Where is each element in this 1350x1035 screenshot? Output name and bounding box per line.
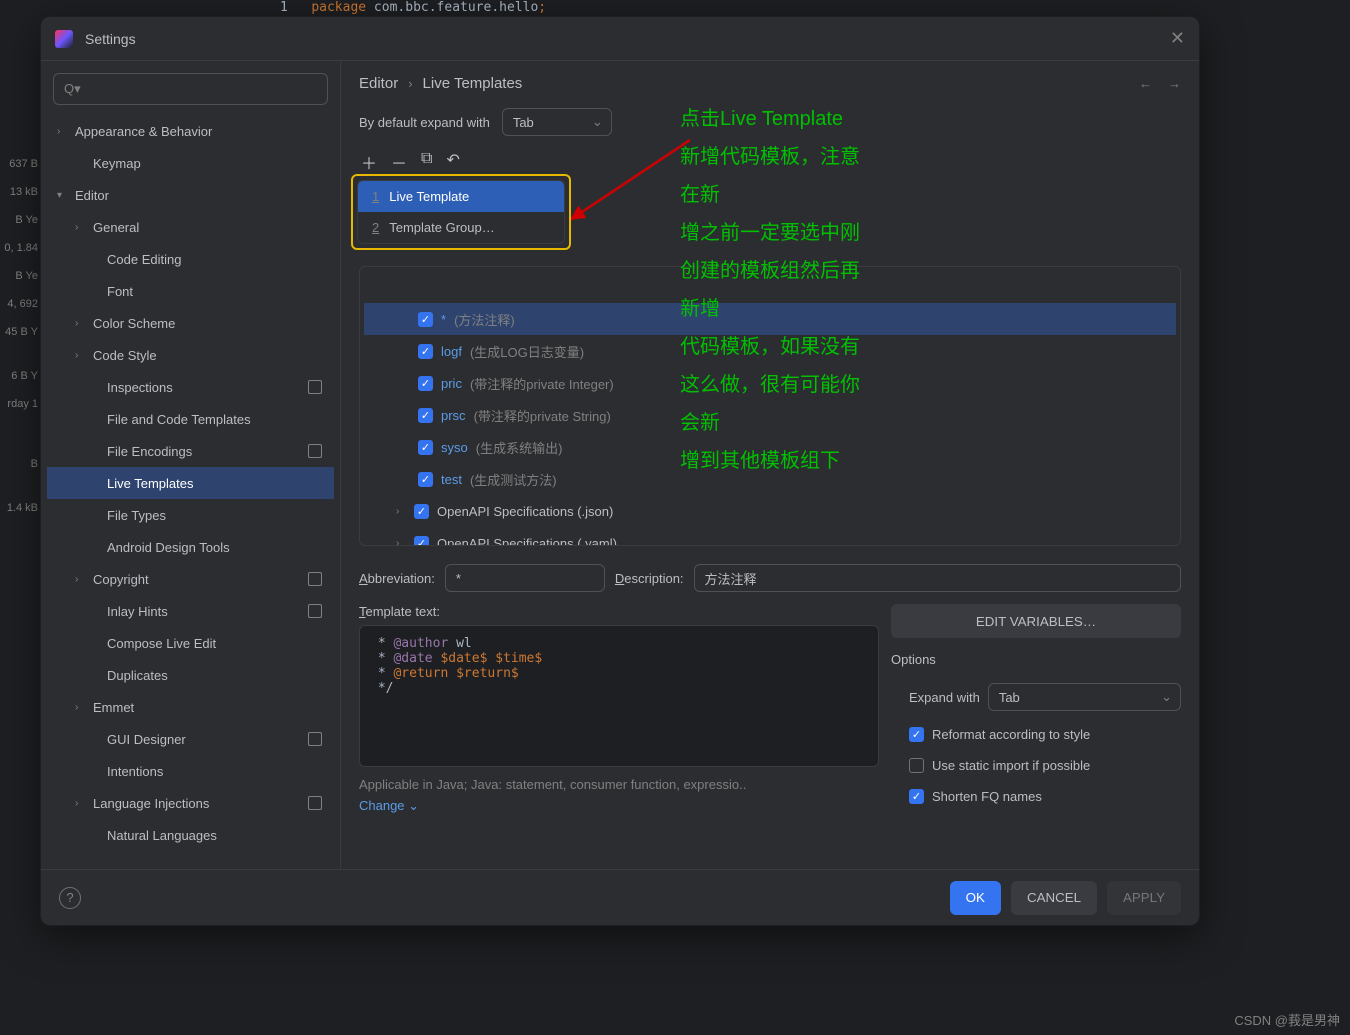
expand-with-label: Expand with [909, 690, 980, 705]
sidebar-item-emmet[interactable]: ›Emmet [47, 691, 334, 723]
template-row[interactable]: ✓* (方法注释) [364, 303, 1176, 335]
apply-button[interactable]: APPLY [1107, 881, 1181, 915]
description-label: Description: [615, 571, 684, 586]
ok-button[interactable]: OK [950, 881, 1001, 915]
scope-icon [308, 604, 322, 618]
sidebar-item-code-editing[interactable]: Code Editing [47, 243, 334, 275]
sidebar-item-file-and-code-templates[interactable]: File and Code Templates [47, 403, 334, 435]
search-icon: Q▾ [64, 81, 81, 97]
description-input[interactable]: 方法注释 [694, 564, 1181, 592]
sidebar-item-inlay-hints[interactable]: Inlay Hints [47, 595, 334, 627]
checkbox-icon[interactable]: ✓ [418, 440, 433, 455]
shorten-fq-checkbox[interactable]: ✓ [909, 789, 924, 804]
sidebar-item-duplicates[interactable]: Duplicates [47, 659, 334, 691]
settings-dialog: Settings ✕ Q▾ ›Appearance & BehaviorKeym… [40, 16, 1200, 926]
scope-icon [308, 796, 322, 810]
sidebar-item-editor[interactable]: ▾Editor [47, 179, 334, 211]
checkbox-icon[interactable]: ✓ [414, 504, 429, 519]
template-text-editor[interactable]: * @author wl * @date $date$ $time$ * @re… [359, 625, 879, 767]
sidebar-item-font[interactable]: Font [47, 275, 334, 307]
settings-sidebar: Q▾ ›Appearance & BehaviorKeymap▾Editor›G… [41, 61, 341, 869]
breadcrumb: Editor › Live Templates ← → [359, 75, 1181, 92]
scope-icon [308, 380, 322, 394]
sidebar-item-language-injections[interactable]: ›Language Injections [47, 787, 334, 819]
checkbox-icon[interactable]: ✓ [418, 376, 433, 391]
sidebar-item-appearance-behavior[interactable]: ›Appearance & Behavior [47, 115, 334, 147]
sidebar-item-live-templates[interactable]: Live Templates [47, 467, 334, 499]
edit-variables-button[interactable]: EDIT VARIABLES… [891, 604, 1181, 638]
abbreviation-input[interactable]: * [445, 564, 605, 592]
static-import-checkbox[interactable] [909, 758, 924, 773]
titlebar: Settings ✕ [41, 17, 1199, 61]
revert-icon[interactable]: ↶ [446, 150, 459, 174]
dialog-footer: ? OK CANCEL APPLY [41, 869, 1199, 925]
intellij-logo-icon [55, 30, 73, 48]
template-row[interactable]: ✓syso (生成系统输出) [364, 431, 1176, 463]
expand-with-label: By default expand with [359, 115, 490, 130]
sidebar-item-file-types[interactable]: File Types [47, 499, 334, 531]
scope-icon [308, 732, 322, 746]
options-label: Options [891, 652, 1181, 667]
sidebar-item-inspections[interactable]: Inspections [47, 371, 334, 403]
watermark: CSDN @莪是男神 [1234, 1010, 1340, 1029]
sidebar-item-compose-live-edit[interactable]: Compose Live Edit [47, 627, 334, 659]
cancel-button[interactable]: CANCEL [1011, 881, 1097, 915]
chevron-right-icon: › [408, 76, 412, 91]
template-row[interactable]: ✓logf (生成LOG日志变量) [364, 335, 1176, 367]
scope-icon [308, 444, 322, 458]
background-file-list: 637 B13 kBB Ye0, 1.84B Ye4, 69245 B Y6 B… [0, 150, 40, 522]
default-expand-select[interactable]: Tab [502, 108, 612, 136]
scope-icon [308, 572, 322, 586]
remove-icon[interactable]: － [391, 150, 407, 174]
settings-tree: ›Appearance & BehaviorKeymap▾Editor›Gene… [47, 115, 334, 863]
template-group-row[interactable]: ›✓OpenAPI Specifications (.json) [364, 495, 1176, 527]
sidebar-item-keymap[interactable]: Keymap [47, 147, 334, 179]
sidebar-item-android-design-tools[interactable]: Android Design Tools [47, 531, 334, 563]
checkbox-icon[interactable]: ✓ [414, 536, 429, 547]
crumb-live-templates: Live Templates [423, 75, 523, 92]
code-keyword: package [311, 0, 366, 15]
template-row[interactable]: ✓pric (带注释的private Integer) [364, 367, 1176, 399]
applicable-contexts: Applicable in Java; Java: statement, con… [359, 777, 879, 792]
change-context-link[interactable]: Change ⌄ [359, 798, 879, 814]
sidebar-item-color-scheme[interactable]: ›Color Scheme [47, 307, 334, 339]
checkbox-icon[interactable]: ✓ [418, 344, 433, 359]
add-icon[interactable]: ＋ [361, 150, 377, 174]
sidebar-item-copyright[interactable]: ›Copyright [47, 563, 334, 595]
back-icon[interactable]: ← [1139, 76, 1152, 91]
reformat-checkbox[interactable]: ✓ [909, 727, 924, 742]
checkbox-icon[interactable]: ✓ [418, 472, 433, 487]
template-group-row[interactable]: ›✓OpenAPI Specifications (.yaml) [364, 527, 1176, 546]
template-text-label: Template text: [359, 604, 879, 619]
expand-with-select[interactable]: Tab [988, 683, 1181, 711]
add-popup: 1 Live Template 2 Template Group… [357, 180, 565, 244]
popup-template-group[interactable]: 2 Template Group… [358, 212, 564, 243]
search-input[interactable]: Q▾ [53, 73, 328, 105]
copy-icon[interactable]: ⧉ [421, 150, 432, 174]
sidebar-item-code-style[interactable]: ›Code Style [47, 339, 334, 371]
code-package: com.bbc.feature.hello [366, 0, 538, 15]
template-row[interactable]: ✓prsc (带注释的private String) [364, 399, 1176, 431]
templates-tree: ▾✓MyTemplates ✓* (方法注释)✓logf (生成LOG日志变量)… [359, 266, 1181, 546]
sidebar-item-intentions[interactable]: Intentions [47, 755, 334, 787]
forward-icon[interactable]: → [1168, 76, 1181, 91]
abbreviation-label: Abbreviation: [359, 571, 435, 586]
close-icon[interactable]: ✕ [1170, 28, 1185, 49]
sidebar-item-file-encodings[interactable]: File Encodings [47, 435, 334, 467]
template-row[interactable]: ✓test (生成测试方法) [364, 463, 1176, 495]
dialog-title: Settings [85, 31, 1170, 47]
line-number: 1 [280, 0, 288, 15]
help-icon[interactable]: ? [59, 887, 81, 909]
sidebar-item-natural-languages[interactable]: Natural Languages [47, 819, 334, 851]
crumb-editor[interactable]: Editor [359, 75, 398, 92]
checkbox-icon[interactable]: ✓ [418, 408, 433, 423]
main-panel: Editor › Live Templates ← → By default e… [341, 61, 1199, 869]
sidebar-item-gui-designer[interactable]: GUI Designer [47, 723, 334, 755]
popup-live-template[interactable]: 1 Live Template [358, 181, 564, 212]
sidebar-item-general[interactable]: ›General [47, 211, 334, 243]
checkbox-icon[interactable]: ✓ [418, 312, 433, 327]
